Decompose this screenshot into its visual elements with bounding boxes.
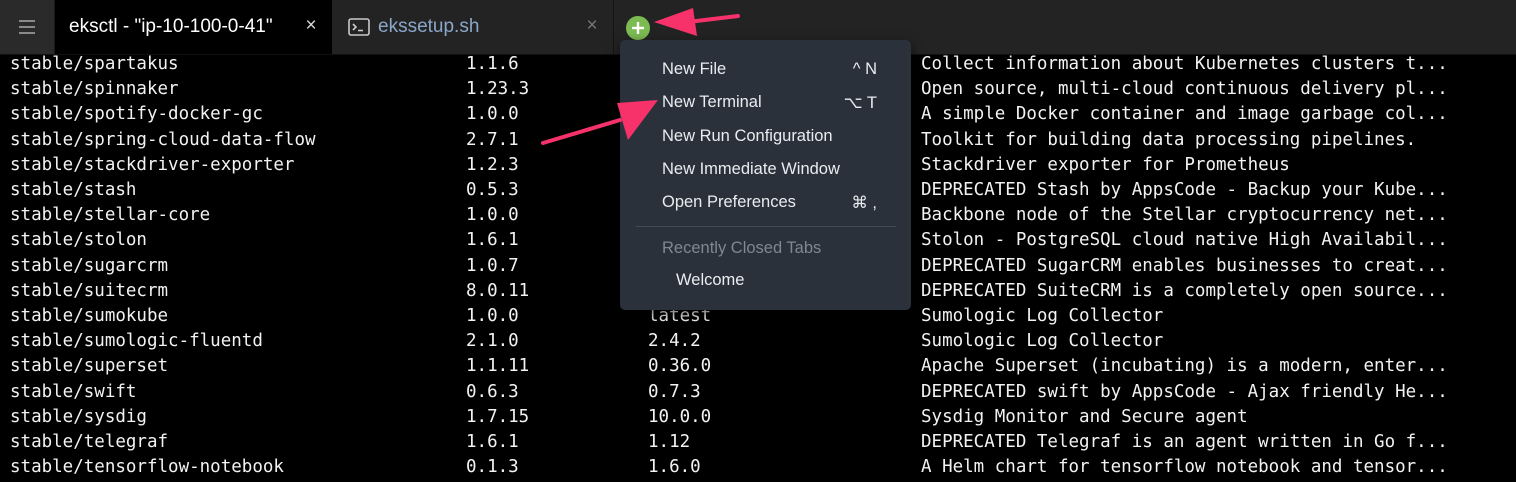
annotation-arrows (541, 8, 740, 145)
arrow-to-new-terminal (541, 100, 658, 145)
arrow-to-add-button (654, 8, 740, 36)
